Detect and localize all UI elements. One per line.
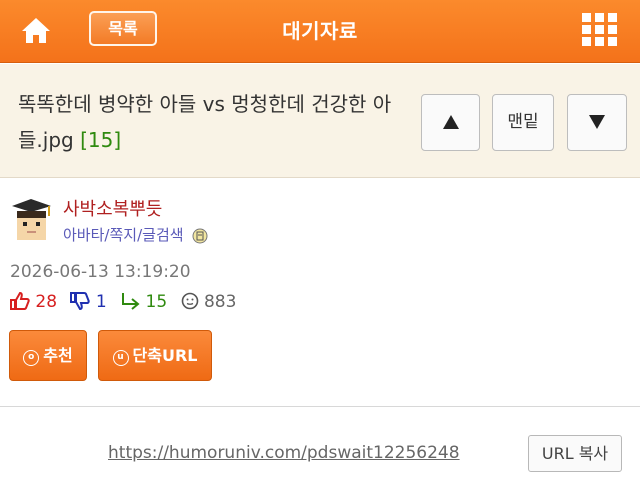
arrow-down-icon [589,115,605,129]
post-date: 2026-06-13 13:19:20 [10,262,191,282]
reply-arrow-icon [122,293,140,310]
dislikes-stat: 1 [70,292,107,312]
divider [0,406,640,407]
replies-stat: 15 [120,292,167,312]
face-icon [181,292,198,310]
author-name[interactable]: 사박소복뿌듯 [63,195,162,221]
short-url-button[interactable]: u 단축URL [98,330,212,381]
post-title: 똑똑한데 병약한 아들 vs 멍청한데 건강한 아들.jpg [15] [18,86,398,158]
replies-count: 15 [145,292,168,312]
avatar-link[interactable]: 아바타 [63,226,104,244]
arrow-up-icon [442,115,459,129]
search-posts-link[interactable]: 글검색 [142,226,183,244]
top-bar: 목록 대기자료 [0,0,640,63]
reply-count: [15] [80,128,122,152]
copy-url-button[interactable]: URL 복사 [528,435,622,472]
page-title: 대기자료 [282,19,358,43]
author-links: 아바타/쪽지/글검색 [63,224,208,245]
views-count: 883 [203,292,237,312]
thumbs-down-icon [70,292,91,311]
message-link[interactable]: 쪽지 [109,226,137,244]
scroll-bottom-button[interactable]: 맨밑 [492,94,554,151]
thumbs-up-icon [10,291,30,310]
scroll-up-button[interactable] [421,94,480,151]
likes-stat: 28 [10,291,58,312]
menu-button[interactable] [580,11,620,49]
recommend-icon: o [23,350,40,366]
recommend-button[interactable]: o 추천 [9,330,87,381]
grid-menu-icon [582,13,617,46]
recommend-label: 추천 [43,346,73,365]
post-title-text: 똑똑한데 병약한 아들 vs 멍청한데 건강한 아들.jpg [18,92,392,152]
graduate-avatar-icon [10,197,53,242]
views-stat: 883 [181,292,237,312]
short-url-label: 단축URL [132,346,198,365]
dislikes-count: 1 [95,292,107,312]
likes-count: 28 [35,292,58,312]
scroll-down-button[interactable] [567,94,627,151]
post-stats: 28 1 15 883 [10,291,244,316]
short-url-icon: u [112,350,129,366]
search-badge-icon [192,228,208,243]
post-url-link[interactable]: https://humoruniv.com/pdswait12256248 [108,443,460,463]
post-title-area: 똑똑한데 병약한 아들 vs 멍청한데 건강한 아들.jpg [15] 맨밑 [0,64,640,178]
